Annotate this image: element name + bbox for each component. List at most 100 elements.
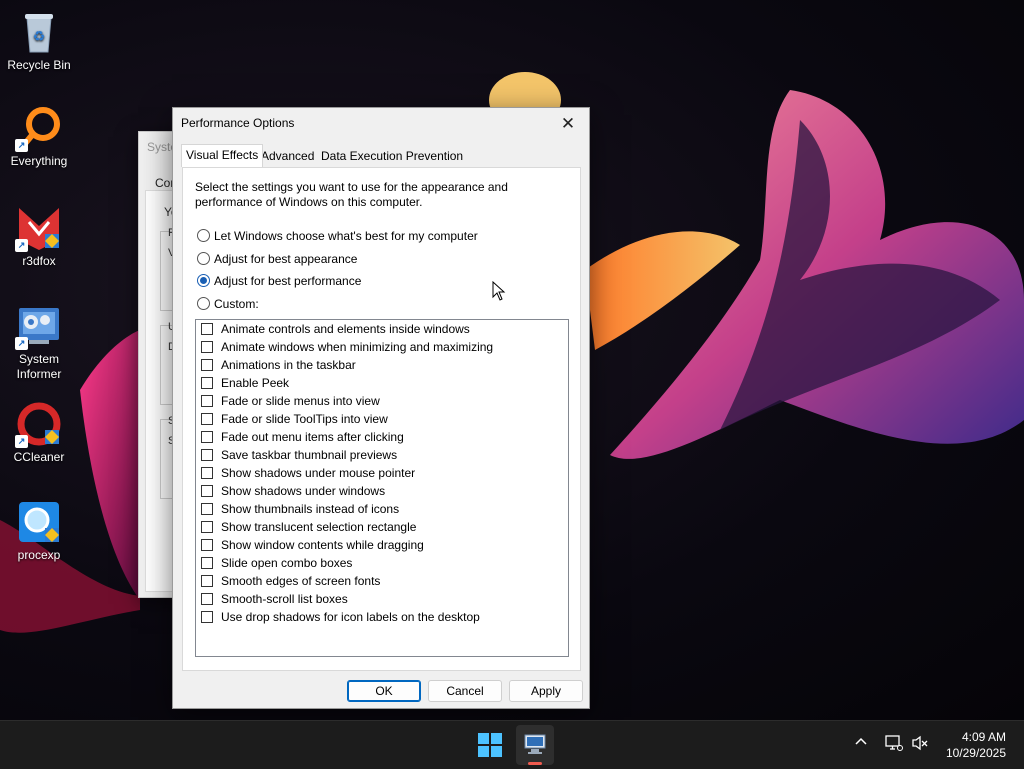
desktop-icon-label: System Informer	[16, 352, 62, 381]
radio-label: Custom:	[214, 297, 259, 311]
effect-label: Show shadows under mouse pointer	[221, 466, 416, 480]
checkbox[interactable]	[201, 413, 213, 425]
effect-checkbox-row[interactable]: Slide open combo boxes	[201, 554, 352, 572]
effect-label: Save taskbar thumbnail previews	[221, 448, 398, 462]
effect-label: Enable Peek	[221, 376, 290, 390]
effect-checkbox-row[interactable]: Enable Peek	[201, 374, 289, 392]
checkbox[interactable]	[201, 503, 213, 515]
shortcut-arrow-icon: ↗	[15, 239, 28, 252]
windows-start-icon[interactable]	[478, 733, 502, 757]
effect-checkbox-row[interactable]: Save taskbar thumbnail previews	[201, 446, 397, 464]
desktop-icon-label: CCleaner	[13, 450, 65, 464]
tab-data-execution-prevention[interactable]: Data Execution Prevention	[317, 146, 467, 166]
effect-label: Show shadows under windows	[221, 484, 386, 498]
radio-button[interactable]	[197, 229, 210, 242]
ok-button[interactable]: OK	[347, 680, 421, 702]
taskbar-app-system-properties[interactable]	[516, 725, 554, 765]
checkbox[interactable]	[201, 431, 213, 443]
close-icon[interactable]: ✕	[553, 112, 583, 136]
checkbox[interactable]	[201, 467, 213, 479]
radio-best-appearance[interactable]: Adjust for best appearance	[197, 250, 357, 268]
effect-checkbox-row[interactable]: Use drop shadows for icon labels on the …	[201, 608, 480, 626]
performance-options-dialog[interactable]: Performance Options ✕ Visual Effects Adv…	[172, 107, 590, 709]
effect-checkbox-row[interactable]: Animations in the taskbar	[201, 356, 356, 374]
radio-button-selected[interactable]	[197, 274, 210, 287]
radio-let-windows-choose[interactable]: Let Windows choose what's best for my co…	[197, 227, 478, 245]
system-informer-icon: ↗	[15, 302, 63, 350]
effect-checkbox-row[interactable]: Fade out menu items after clicking	[201, 428, 404, 446]
network-icon[interactable]	[885, 735, 903, 754]
radio-button[interactable]	[197, 297, 210, 310]
desktop-icon-procexp[interactable]: procexp	[1, 498, 77, 563]
effect-checkbox-row[interactable]: Show window contents while dragging	[201, 536, 424, 554]
cancel-button[interactable]: Cancel	[428, 680, 502, 702]
checkbox[interactable]	[201, 449, 213, 461]
effect-label: Slide open combo boxes	[221, 556, 353, 570]
shortcut-arrow-icon: ↗	[15, 337, 28, 350]
effect-label: Fade or slide ToolTips into view	[221, 412, 388, 426]
everything-search-icon: ↗	[15, 104, 63, 152]
desktop-icon-recycle-bin[interactable]: ♻ Recycle Bin	[1, 8, 77, 73]
checkbox[interactable]	[201, 359, 213, 371]
clock-time: 4:09 AM	[961, 730, 1006, 744]
volume-muted-icon[interactable]	[911, 735, 929, 754]
checkbox[interactable]	[201, 341, 213, 353]
checkbox[interactable]	[201, 521, 213, 533]
shortcut-arrow-icon: ↗	[15, 139, 28, 152]
r3dfox-browser-icon: ↗	[15, 204, 63, 252]
checkbox[interactable]	[201, 611, 213, 623]
desktop-icon-label: procexp	[17, 548, 61, 562]
tab-advanced[interactable]: Advanced	[257, 146, 318, 166]
checkbox[interactable]	[201, 575, 213, 587]
checkbox[interactable]	[201, 593, 213, 605]
clock-date: 10/29/2025	[945, 746, 1006, 760]
effect-label: Smooth-scroll list boxes	[221, 592, 348, 606]
effect-checkbox-row[interactable]: Show shadows under windows	[201, 482, 385, 500]
dialog-title: Performance Options	[181, 116, 295, 130]
effect-label: Fade out menu items after clicking	[221, 430, 404, 444]
effect-label: Animate controls and elements inside win…	[221, 322, 470, 336]
effect-checkbox-row[interactable]: Show thumbnails instead of icons	[201, 500, 399, 518]
effect-label: Animations in the taskbar	[221, 358, 356, 372]
shortcut-arrow-icon: ↗	[15, 435, 28, 448]
radio-custom[interactable]: Custom:	[197, 295, 259, 313]
effect-checkbox-row[interactable]: Animate controls and elements inside win…	[201, 320, 470, 338]
desktop-icon-label: Recycle Bin	[7, 58, 71, 72]
effect-checkbox-row[interactable]: Smooth-scroll list boxes	[201, 590, 348, 608]
radio-button[interactable]	[197, 252, 210, 265]
checkbox[interactable]	[201, 395, 213, 407]
taskbar-clock[interactable]: 4:09 AM 10/29/2025	[946, 729, 1006, 761]
desktop-icon-label: Everything	[10, 154, 68, 168]
tray-overflow-icon[interactable]	[855, 735, 867, 751]
radio-label: Adjust for best performance	[214, 274, 362, 288]
ccleaner-icon: ↗	[15, 400, 63, 448]
svg-text:♻: ♻	[33, 28, 46, 44]
system-properties-icon	[524, 734, 546, 754]
desktop-icon-r3dfox[interactable]: ↗ r3dfox	[1, 204, 77, 269]
desktop-icon-everything[interactable]: ↗ Everything	[1, 104, 77, 169]
effect-label: Fade or slide menus into view	[221, 394, 380, 408]
effect-label: Smooth edges of screen fonts	[221, 574, 381, 588]
desktop-icon-ccleaner[interactable]: ↗ CCleaner	[1, 400, 77, 465]
checkbox[interactable]	[201, 323, 213, 335]
process-explorer-icon	[15, 498, 63, 546]
checkbox[interactable]	[201, 557, 213, 569]
effect-label: Show thumbnails instead of icons	[221, 502, 400, 516]
effect-checkbox-row[interactable]: Show shadows under mouse pointer	[201, 464, 415, 482]
radio-best-performance[interactable]: Adjust for best performance	[197, 272, 361, 290]
effect-checkbox-row[interactable]: Animate windows when minimizing and maxi…	[201, 338, 493, 356]
effect-checkbox-row[interactable]: Show translucent selection rectangle	[201, 518, 416, 536]
tab-visual-effects[interactable]: Visual Effects	[181, 144, 264, 167]
effect-checkbox-row[interactable]: Fade or slide menus into view	[201, 392, 380, 410]
mouse-pointer-icon	[492, 280, 506, 304]
radio-label: Let Windows choose what's best for my co…	[214, 229, 478, 243]
checkbox[interactable]	[201, 485, 213, 497]
desktop-icon-system-informer[interactable]: ↗ System Informer	[1, 302, 77, 382]
checkbox[interactable]	[201, 539, 213, 551]
effect-label: Use drop shadows for icon labels on the …	[221, 610, 480, 624]
apply-button[interactable]: Apply	[509, 680, 583, 702]
visual-effects-list[interactable]: Animate controls and elements inside win…	[195, 319, 569, 657]
checkbox[interactable]	[201, 377, 213, 389]
effect-checkbox-row[interactable]: Smooth edges of screen fonts	[201, 572, 380, 590]
effect-checkbox-row[interactable]: Fade or slide ToolTips into view	[201, 410, 388, 428]
